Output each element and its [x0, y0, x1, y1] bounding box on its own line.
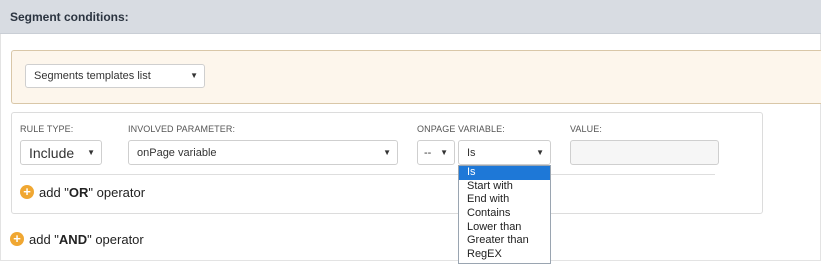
rule-divider [20, 174, 715, 175]
involved-parameter-label: INVOLVED PARAMETER: [128, 124, 236, 134]
value-input[interactable] [570, 140, 719, 165]
templates-container: Segments templates list ▼ [11, 50, 821, 104]
chevron-down-icon: ▼ [383, 148, 391, 157]
dropdown-option-end-with[interactable]: End with [459, 193, 550, 207]
chevron-down-icon: ▼ [190, 71, 198, 80]
involved-parameter-select-value: onPage variable [137, 147, 217, 159]
operator-select-value: Is [467, 147, 476, 159]
add-and-keyword: AND [58, 232, 88, 247]
segments-templates-select-label: Segments templates list [34, 70, 151, 82]
chevron-down-icon: ▼ [440, 148, 448, 157]
operator-dropdown-menu: Is Start with End with Contains Lower th… [458, 165, 551, 264]
rule-type-label: RULE TYPE: [20, 124, 74, 134]
section-title: Segment conditions: [10, 10, 129, 24]
section-header: Segment conditions: [0, 0, 821, 34]
plus-circle-icon: + [20, 185, 34, 199]
dropdown-option-regex[interactable]: RegEX [459, 248, 550, 262]
operator-select[interactable]: Is ▼ [458, 140, 551, 165]
dropdown-option-lower-than[interactable]: Lower than [459, 221, 550, 235]
onpage-variable-select[interactable]: -- ▼ [417, 140, 455, 165]
segments-templates-select[interactable]: Segments templates list ▼ [25, 64, 205, 88]
value-label: VALUE: [570, 124, 602, 134]
onpage-variable-label: ONPAGE VARIABLE: [417, 124, 505, 134]
dropdown-option-greater-than[interactable]: Greater than [459, 234, 550, 248]
plus-circle-icon: + [10, 232, 24, 246]
involved-parameter-select[interactable]: onPage variable ▼ [128, 140, 398, 165]
dropdown-option-start-with[interactable]: Start with [459, 180, 550, 194]
chevron-down-icon: ▼ [536, 148, 544, 157]
rule-type-select[interactable]: Include ▼ [20, 140, 102, 165]
rule-type-select-value: Include [29, 145, 75, 161]
add-or-suffix: " operator [88, 185, 146, 200]
onpage-variable-select-value: -- [424, 147, 432, 159]
add-or-keyword: OR [68, 185, 89, 200]
dropdown-option-is[interactable]: Is [459, 166, 550, 180]
add-or-prefix: add " [39, 185, 69, 200]
dropdown-option-contains[interactable]: Contains [459, 207, 550, 221]
add-and-prefix: add " [29, 232, 59, 247]
chevron-down-icon: ▼ [87, 148, 95, 157]
add-and-suffix: " operator [87, 232, 144, 247]
